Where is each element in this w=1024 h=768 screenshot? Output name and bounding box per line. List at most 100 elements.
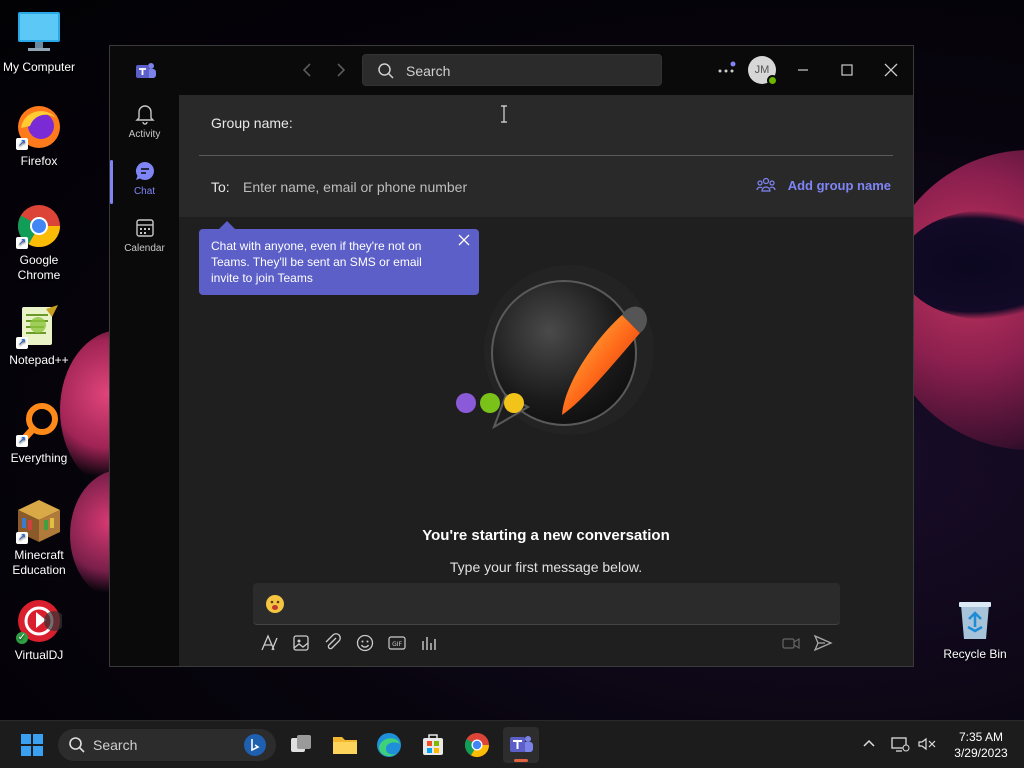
close-window-icon[interactable] [882, 60, 900, 80]
rail-label: Calendar [124, 243, 165, 254]
shortcut-arrow-icon: ↗ [16, 532, 28, 544]
desktop-icon-label: My Computer [2, 60, 76, 74]
desktop-icon-label: Firefox [20, 154, 58, 168]
virtualdj-icon: ✓ [16, 598, 64, 644]
attach-icon[interactable] [323, 633, 343, 653]
desktop-icon-label: Minecraft Education [12, 548, 66, 577]
minimize-icon[interactable] [794, 60, 812, 80]
calendar-icon [133, 217, 157, 239]
rail-label: Chat [133, 186, 156, 197]
shortcut-arrow-icon: ↗ [16, 337, 28, 349]
search-icon [377, 62, 395, 83]
chat-main-pane: Group name: To: Enter name, email or pho… [179, 95, 913, 666]
presence-available-icon [767, 75, 778, 86]
bing-icon [244, 734, 266, 756]
store-icon [423, 734, 443, 755]
emoji-icon [265, 594, 285, 614]
teams-search-box[interactable]: Search [362, 54, 662, 86]
taskbar-edge[interactable] [371, 727, 407, 763]
send-icon[interactable] [813, 633, 833, 653]
format-icon[interactable] [259, 633, 279, 653]
check-badge-icon: ✓ [16, 632, 28, 644]
add-group-name-button[interactable]: Add group name [756, 175, 891, 197]
meet-now-icon[interactable] [781, 633, 801, 653]
group-name-row[interactable]: Group name: [199, 95, 893, 156]
desktop-icon-minecraft-education[interactable]: ↗ Minecraft Education [0, 498, 78, 578]
user-avatar[interactable]: JM [748, 56, 778, 86]
image-icon[interactable] [291, 633, 311, 653]
desktop-icon-label: Everything [10, 451, 68, 465]
task-view-icon [291, 735, 311, 752]
desktop-icon-recycle-bin[interactable]: Recycle Bin [936, 597, 1014, 662]
taskbar-search[interactable]: Search [58, 729, 276, 761]
clock-date: 3/29/2023 [954, 746, 1008, 760]
rail-label: Activity [128, 129, 161, 140]
message-compose-box[interactable] [253, 583, 840, 625]
tooltip-invite-info: Chat with anyone, even if they're not on… [199, 221, 479, 295]
folder-icon [333, 737, 357, 754]
to-label: To: [211, 179, 230, 195]
rail-item-chat[interactable]: Chat [110, 152, 179, 204]
taskbar-chrome[interactable] [459, 727, 495, 763]
desktop-icon-virtualdj[interactable]: ✓ VirtualDJ [0, 598, 78, 663]
windows-logo-icon [21, 734, 43, 756]
back-arrow-icon[interactable] [300, 61, 316, 79]
edge-icon [377, 733, 401, 757]
taskbar-teams[interactable] [503, 727, 539, 763]
chat-icon [133, 160, 157, 182]
desktop-icon-label: Notepad++ [9, 353, 69, 367]
desktop-icon-everything[interactable]: ↗ Everything [0, 401, 78, 466]
bell-icon [133, 103, 157, 125]
svg-text:GIF: GIF [392, 641, 402, 648]
clock-time: 7:35 AM [958, 730, 1004, 744]
teams-window: Search JM Activity Chat Calendar Group n… [109, 45, 914, 667]
recycle-bin-icon [952, 597, 998, 643]
title-bar: Search JM [110, 46, 913, 95]
to-row: To: Enter name, email or phone number Ad… [199, 156, 893, 217]
recipient-input[interactable]: Enter name, email or phone number [243, 179, 467, 195]
close-tooltip-icon[interactable] [457, 233, 471, 247]
tooltip-text: Chat with anyone, even if they're not on… [211, 239, 422, 285]
firefox-icon: ↗ [16, 104, 62, 150]
shortcut-arrow-icon: ↗ [16, 138, 28, 150]
rail-item-calendar[interactable]: Calendar [110, 209, 179, 259]
more-options-icon[interactable] [716, 60, 736, 80]
poll-icon[interactable] [419, 633, 439, 653]
monitor-icon [16, 10, 62, 56]
forward-arrow-icon[interactable] [332, 61, 348, 79]
empty-state-subtitle: Type your first message below. [449, 559, 643, 575]
volume-muted-icon[interactable] [917, 735, 937, 753]
taskbar-task-view[interactable] [283, 727, 319, 763]
desktop-icon-label: Google Chrome [17, 253, 61, 282]
desktop-icon-chrome[interactable]: ↗ Google Chrome [0, 203, 78, 283]
rail-item-activity[interactable]: Activity [110, 95, 179, 145]
desktop-icon-my-computer[interactable]: My Computer [0, 10, 78, 75]
smiley-icon[interactable] [355, 633, 375, 653]
teams-icon [510, 736, 533, 752]
taskbar-store[interactable] [415, 727, 451, 763]
desktop-icon-label: VirtualDJ [14, 648, 64, 662]
start-button[interactable] [14, 727, 50, 763]
minecraft-education-icon: ↗ [16, 498, 62, 544]
new-conversation-illustration [444, 255, 654, 445]
empty-state-title: You're starting a new conversation [422, 527, 670, 544]
shortcut-arrow-icon: ↗ [16, 435, 28, 447]
gif-icon[interactable]: GIF [387, 633, 407, 653]
avatar-initials: JM [754, 64, 770, 76]
chrome-icon [465, 733, 489, 758]
desktop-icon-notepad-plus-plus[interactable]: ↗ Notepad++ [0, 303, 78, 368]
system-clock[interactable]: 7:35 AM 3/29/2023 [944, 729, 1018, 761]
network-icon[interactable] [890, 735, 910, 753]
desktop-icon-label: Recycle Bin [943, 647, 1007, 661]
group-name-label: Group name: [211, 115, 293, 131]
maximize-icon[interactable] [838, 60, 856, 80]
magnifier-icon: ↗ [16, 401, 62, 447]
new-chat-header: Group name: To: Enter name, email or pho… [179, 95, 913, 217]
taskbar-file-explorer[interactable] [327, 727, 363, 763]
chevron-up-icon[interactable] [860, 735, 878, 753]
desktop-icon-firefox[interactable]: ↗ Firefox [0, 104, 78, 169]
taskbar-search-label: Search [93, 737, 138, 753]
add-group-name-label: Add group name [787, 178, 891, 193]
chrome-icon: ↗ [16, 203, 62, 249]
shortcut-arrow-icon: ↗ [16, 237, 28, 249]
